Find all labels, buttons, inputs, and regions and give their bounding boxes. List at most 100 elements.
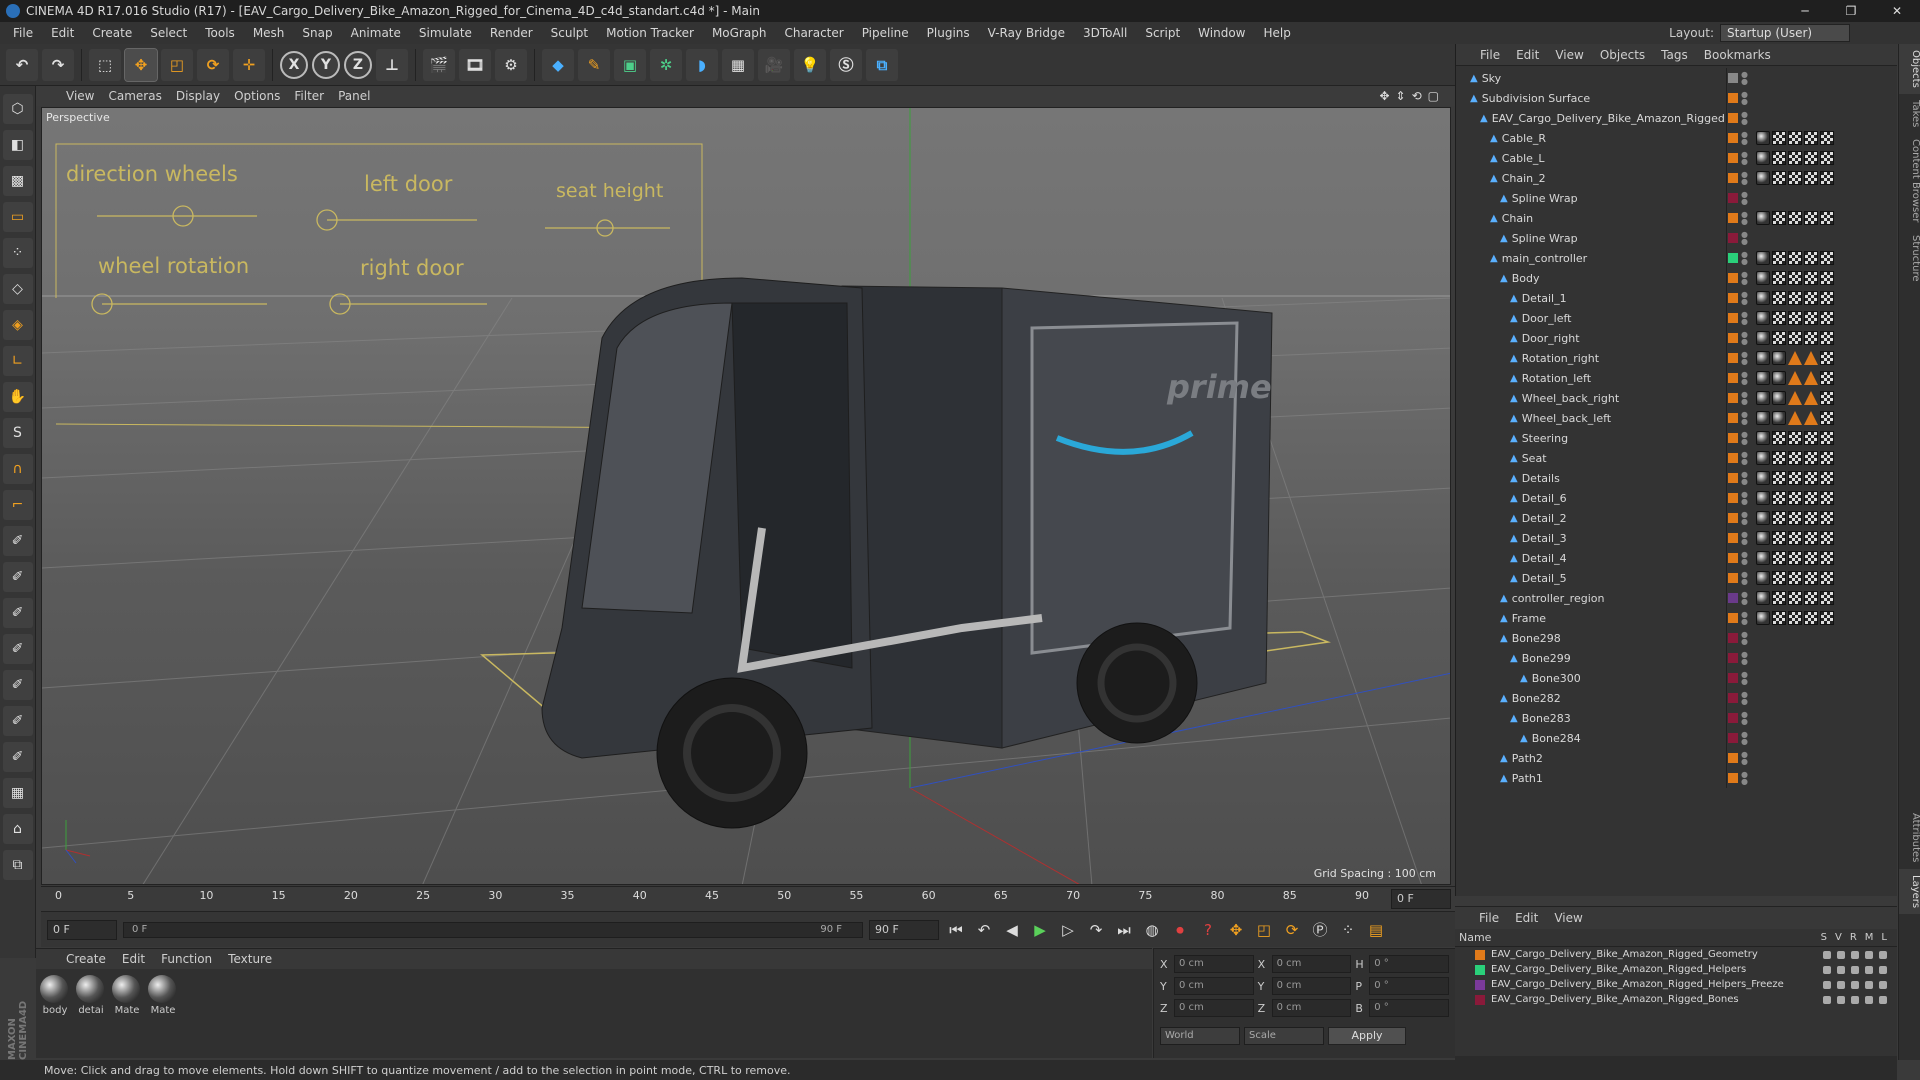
tag-icon[interactable] — [1772, 411, 1786, 425]
tag-icon[interactable] — [1820, 171, 1834, 185]
menu-edit[interactable]: Edit — [42, 26, 83, 40]
tag-icon[interactable] — [1804, 411, 1818, 425]
sculpt-smooth-icon[interactable]: ✐ — [2, 598, 33, 628]
tag-icon[interactable] — [1804, 311, 1818, 325]
visibility-dots-icon[interactable]: ● ● — [1741, 531, 1749, 546]
layer-color-swatch[interactable] — [1728, 213, 1738, 223]
live-selection-icon[interactable]: ⬚ — [89, 48, 121, 81]
tag-icon[interactable] — [1804, 251, 1818, 265]
menu-plugins[interactable]: Plugins — [918, 26, 979, 40]
object-row[interactable]: ▲ Detail_2 ● ● — [1456, 508, 1898, 528]
scale-mode-dropdown[interactable]: Scale — [1244, 1027, 1324, 1045]
tweak-mode-icon[interactable]: ✋ — [2, 382, 33, 412]
object-row[interactable]: ▲ Cable_R ● ● — [1456, 128, 1898, 148]
viewport-menu-filter[interactable]: Filter — [294, 89, 324, 103]
layer-flag-icon[interactable] — [1865, 995, 1873, 1004]
menu-render[interactable]: Render — [481, 26, 542, 40]
layer-color-swatch[interactable] — [1728, 133, 1738, 143]
layer-flag-icon[interactable] — [1879, 980, 1887, 989]
object-row[interactable]: ▲ Spline Wrap ● ● — [1456, 188, 1898, 208]
material-menu-texture[interactable]: Texture — [228, 952, 272, 966]
visibility-dots-icon[interactable]: ● ● — [1741, 671, 1749, 686]
coordinate-system-icon[interactable]: ⊥ — [376, 48, 408, 81]
object-row[interactable]: ▲ Bone283 ● ● — [1456, 708, 1898, 728]
tag-icon[interactable] — [1804, 531, 1818, 545]
layer-color-swatch[interactable] — [1728, 713, 1738, 723]
deformer-icon[interactable]: ◗ — [686, 48, 718, 81]
layer-color-swatch[interactable] — [1728, 753, 1738, 763]
tag-icon[interactable] — [1804, 471, 1818, 485]
layer-color-swatch[interactable] — [1728, 473, 1738, 483]
tag-icon[interactable] — [1804, 611, 1818, 625]
tag-icon[interactable] — [1820, 531, 1834, 545]
tag-icon[interactable] — [1788, 451, 1802, 465]
layer-color-swatch[interactable] — [1728, 693, 1738, 703]
tag-icon[interactable] — [1788, 551, 1802, 565]
tag-icon[interactable] — [1756, 471, 1770, 485]
cloner-icon[interactable]: ✲ — [650, 48, 682, 81]
tag-icon[interactable] — [1804, 271, 1818, 285]
object-row[interactable]: ▲ Body ● ● — [1456, 268, 1898, 288]
tag-icon[interactable] — [1772, 151, 1786, 165]
layer-flag-icon[interactable] — [1865, 950, 1873, 959]
polygons-mode-icon[interactable]: ◈ — [2, 310, 33, 340]
z-axis-lock-icon[interactable]: Z — [344, 50, 372, 79]
floor-icon[interactable]: ▦ — [722, 48, 754, 81]
rotation-p-field[interactable]: 0 ° — [1369, 977, 1449, 995]
visibility-dots-icon[interactable]: ● ● — [1741, 731, 1749, 746]
timeline-ruler[interactable]: 0 5 10 15 20 25 30 35 40 45 50 55 60 65 70 75 80 85 90 0 F — [41, 886, 1455, 910]
model-mode-icon[interactable]: ◧ — [2, 130, 33, 160]
tag-icon[interactable] — [1772, 291, 1786, 305]
material-menu-function[interactable]: Function — [161, 952, 212, 966]
transform-tool-icon[interactable]: ✛ — [233, 48, 265, 81]
viewport-menu-panel[interactable]: Panel — [338, 89, 370, 103]
menu-script[interactable]: Script — [1136, 26, 1189, 40]
prev-frame-icon[interactable]: ◀ — [1001, 919, 1023, 941]
layer-flag-icon[interactable] — [1851, 995, 1859, 1004]
edges-mode-icon[interactable]: ◇ — [2, 274, 33, 304]
viewport-navigation-icons[interactable]: ✥⇕⟲▢ — [1379, 89, 1445, 103]
tag-icon[interactable] — [1788, 391, 1802, 405]
tag-icon[interactable] — [1804, 291, 1818, 305]
layer-color-swatch[interactable] — [1728, 613, 1738, 623]
visibility-dots-icon[interactable]: ● ● — [1741, 571, 1749, 586]
layer-color-swatch[interactable] — [1728, 453, 1738, 463]
menu-tools[interactable]: Tools — [196, 26, 244, 40]
layer-color-swatch[interactable] — [1728, 393, 1738, 403]
visibility-dots-icon[interactable]: ● ● — [1741, 371, 1749, 386]
cargo-bike-model[interactable]: prime — [541, 277, 1273, 829]
tab-layers[interactable]: Layers — [1899, 868, 1920, 914]
tag-icon[interactable] — [1756, 411, 1770, 425]
layer-color-swatch[interactable] — [1728, 413, 1738, 423]
end-frame-field[interactable]: 90 F — [869, 919, 939, 940]
layer-color-swatch[interactable] — [1728, 433, 1738, 443]
visibility-dots-icon[interactable]: ● ● — [1741, 611, 1749, 626]
tag-icon[interactable] — [1756, 151, 1770, 165]
tag-icon[interactable] — [1772, 611, 1786, 625]
move-tool-icon[interactable]: ✥ — [124, 47, 158, 82]
tag-icon[interactable] — [1820, 551, 1834, 565]
tag-icon[interactable] — [1804, 391, 1818, 405]
minimize-button[interactable]: ─ — [1782, 4, 1828, 18]
object-row[interactable]: ▲ Path2 ● ● — [1456, 748, 1898, 768]
tag-icon[interactable] — [1756, 331, 1770, 345]
tag-icon[interactable] — [1788, 371, 1802, 385]
menu-help[interactable]: Help — [1254, 26, 1299, 40]
layer-color-swatch[interactable] — [1728, 533, 1738, 543]
menu-window[interactable]: Window — [1189, 26, 1254, 40]
object-row[interactable]: ▲ EAV_Cargo_Delivery_Bike_Amazon_Rigged ● ● — [1456, 108, 1898, 128]
menu-motion-tracker[interactable]: Motion Tracker — [597, 26, 703, 40]
layer-flag-icon[interactable] — [1837, 965, 1845, 974]
lm-menu-file[interactable]: File — [1479, 911, 1499, 925]
tag-icon[interactable] — [1804, 551, 1818, 565]
camera-icon[interactable]: 🎥 — [758, 48, 790, 81]
layer-color-swatch[interactable] — [1728, 333, 1738, 343]
size-y-field[interactable]: 0 cm — [1271, 977, 1352, 995]
menu-pipeline[interactable]: Pipeline — [853, 26, 918, 40]
tag-icon[interactable] — [1772, 591, 1786, 605]
layer-flag-icon[interactable] — [1851, 965, 1859, 974]
tag-icon[interactable] — [1772, 371, 1786, 385]
coordinate-space-dropdown[interactable]: World — [1160, 1027, 1240, 1045]
menu-animate[interactable]: Animate — [342, 26, 410, 40]
layer-color-swatch[interactable] — [1728, 513, 1738, 523]
